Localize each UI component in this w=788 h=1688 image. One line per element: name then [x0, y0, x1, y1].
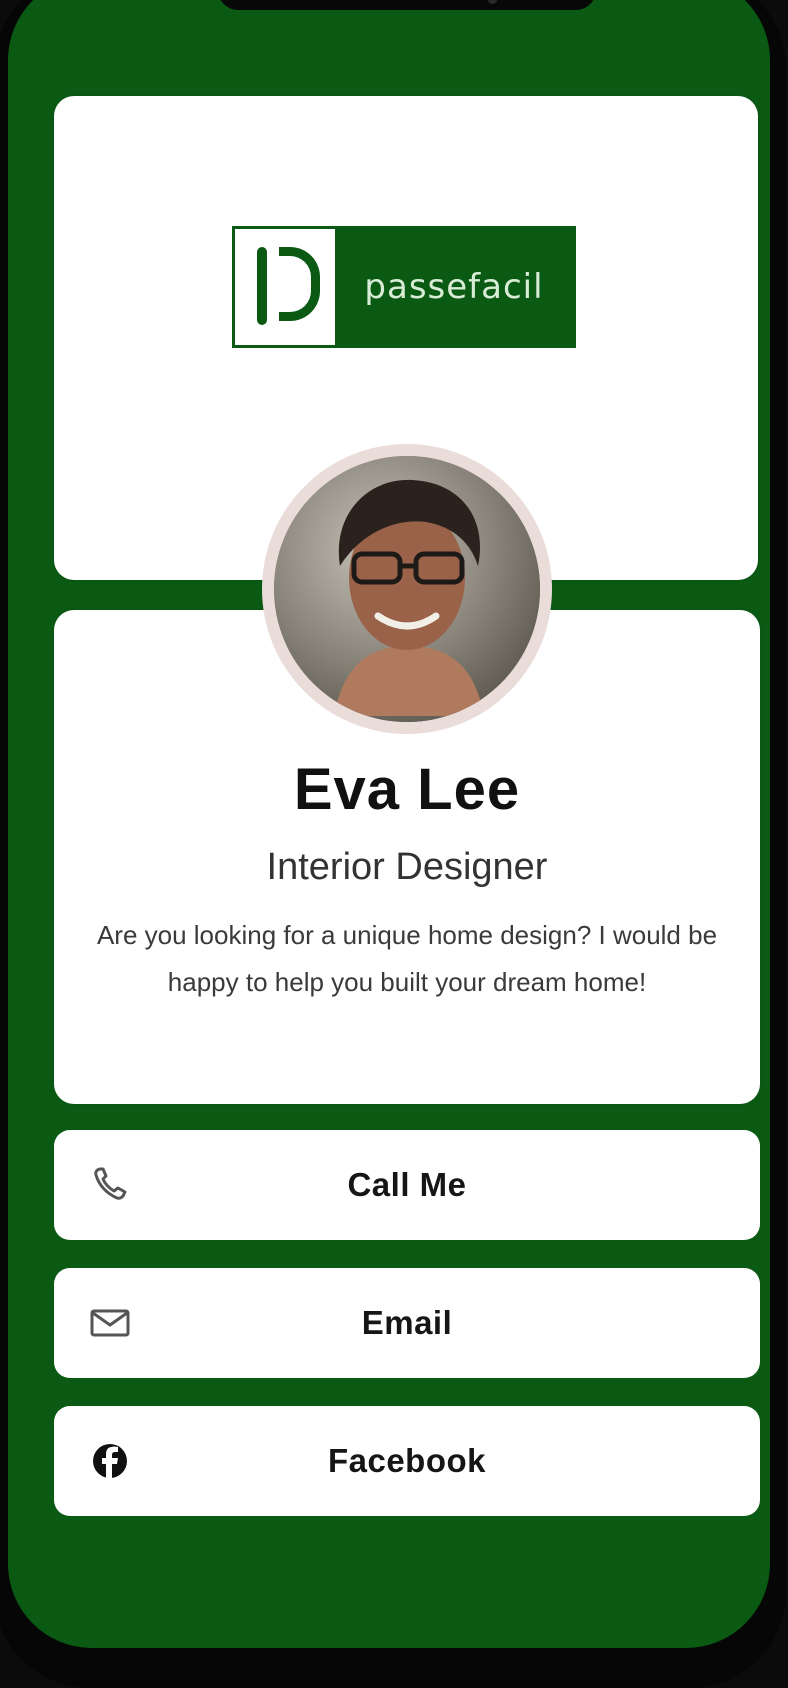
facebook-label: Facebook	[327, 1442, 487, 1479]
phone-frame: passefacil Eva Lee Interior Designer Are…	[0, 0, 786, 1688]
phone-screen: passefacil Eva Lee Interior Designer Are…	[8, 0, 770, 1648]
avatar	[274, 456, 540, 722]
profile-title: Interior Designer	[266, 846, 548, 888]
brand-name: passefacil	[335, 229, 573, 345]
phone-notch	[218, 0, 596, 10]
email-button[interactable]: Email	[54, 1268, 760, 1378]
profile-name: Eva Lee	[293, 757, 521, 822]
facebook-button[interactable]: Facebook	[54, 1406, 760, 1516]
brand-logo: passefacil	[232, 226, 576, 348]
avatar-ring	[262, 444, 552, 734]
call-me-button[interactable]: Call Me	[54, 1130, 760, 1240]
call-me-label: Call Me	[347, 1166, 467, 1203]
avatar-photo	[274, 456, 540, 722]
email-label: Email	[361, 1304, 453, 1341]
profile-bio: Are you looking for a unique home design…	[96, 920, 718, 997]
brand-logo-mark	[235, 229, 335, 345]
